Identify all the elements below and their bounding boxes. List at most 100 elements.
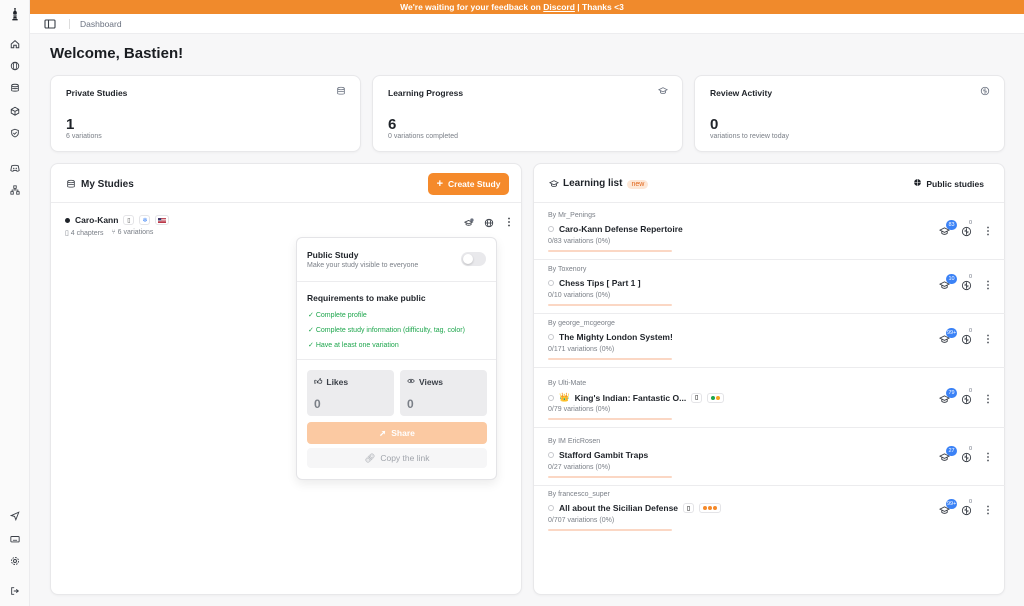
more-options-icon[interactable]: ⋮ — [983, 505, 993, 516]
send-icon[interactable] — [0, 509, 30, 523]
study-title[interactable]: King's Indian: Fantastic O... — [575, 393, 687, 403]
chess-bishop-logo-icon[interactable] — [0, 3, 30, 25]
learn-add-icon[interactable] — [463, 218, 474, 228]
public-studies-link[interactable]: Public studies — [913, 178, 984, 189]
topbar-divider — [69, 19, 70, 29]
study-title[interactable]: The Mighty London System! — [559, 332, 673, 342]
brain-icon[interactable] — [961, 505, 972, 516]
home-icon[interactable] — [0, 37, 30, 51]
public-toggle[interactable] — [461, 252, 486, 266]
views-value: 0 — [407, 397, 414, 411]
author: By IM EricRosen — [548, 438, 601, 445]
copy-link-button[interactable]: 🔗︎ Copy the link — [307, 448, 487, 468]
globe-icon[interactable] — [0, 59, 30, 73]
learning-list-item[interactable]: By francesco_super All about the Sicilian… — [534, 485, 1005, 539]
status-circle-icon — [548, 452, 554, 458]
learning-list-item[interactable]: By Ulti-Mate 👑 King's Indian: Fantastic O.… — [534, 374, 1005, 428]
study-title[interactable]: All about the Sicilian Defense — [559, 503, 678, 513]
public-studies-label: Public studies — [926, 178, 984, 189]
progress-bar — [548, 250, 672, 252]
author: By george_mcgeorge — [548, 320, 615, 327]
database-icon[interactable] — [0, 81, 30, 95]
logout-icon[interactable] — [0, 584, 30, 598]
review-count-badge: 0 — [969, 274, 973, 280]
stat-value: 0 — [710, 116, 719, 133]
learning-list-item[interactable]: By Toxenory Chess Tips [ Part 1 ] 0/10 var… — [534, 260, 1005, 314]
study-title-row: All about the Sicilian Defense ▯ #f58a2b #f… — [548, 503, 722, 513]
author: By Mr_Penings — [548, 212, 596, 219]
brain-icon — [980, 86, 990, 96]
author: By francesco_super — [548, 491, 610, 498]
brain-icon[interactable] — [961, 452, 972, 463]
brain-icon[interactable] — [961, 226, 972, 237]
keyboard-icon[interactable] — [0, 532, 30, 546]
divider — [297, 359, 496, 360]
stat-title: Private Studies — [66, 88, 128, 98]
thumbs-up-icon: 👍︎ — [314, 377, 323, 386]
check-icon: ✓ — [308, 327, 314, 334]
sidebar-toggle-icon[interactable] — [44, 18, 56, 30]
public-study-popover: Public Study Make your study visible to … — [296, 237, 497, 480]
requirement-item: ✓ Complete profile — [308, 311, 367, 319]
learning-list-item[interactable]: By george_mcgeorge The Mighty London Syst… — [534, 314, 1005, 368]
learning-list-item[interactable]: By Mr_Penings Caro-Kann Defense Repertoir… — [534, 206, 1005, 260]
brain-icon[interactable] — [961, 334, 972, 345]
create-study-button[interactable]: + Create Study — [428, 173, 509, 195]
likes-box: 👍︎ Likes 0 — [307, 370, 394, 416]
graduation-cap-icon — [657, 86, 669, 96]
review-count-badge: 0 — [969, 328, 973, 334]
more-options-icon[interactable]: ⋮ — [983, 394, 993, 405]
review-count-badge: 0 — [969, 446, 973, 452]
stat-subtitle: 6 variations — [66, 133, 102, 140]
cube-icon[interactable] — [0, 104, 30, 118]
brain-icon[interactable] — [961, 280, 972, 291]
color-dot — [65, 217, 70, 223]
likes-label-row: 👍︎ Likes — [314, 377, 348, 387]
banner-text-end: | Thanks <3 — [574, 2, 624, 12]
status-circle-icon — [548, 226, 554, 232]
brain-icon[interactable] — [961, 394, 972, 405]
more-options-icon[interactable]: ⋮ — [983, 280, 993, 291]
more-options-icon[interactable]: ⋮ — [504, 217, 514, 228]
more-options-icon[interactable]: ⋮ — [983, 452, 993, 463]
book-icon: ▯ — [683, 503, 695, 513]
views-label-row: Views — [407, 377, 443, 387]
sitemap-icon[interactable] — [0, 183, 30, 197]
settings-gear-icon[interactable] — [0, 554, 30, 568]
more-options-icon[interactable]: ⋮ — [983, 226, 993, 237]
status-circle-icon — [548, 394, 554, 401]
study-title[interactable]: Chess Tips [ Part 1 ] — [559, 278, 641, 288]
more-options-icon[interactable]: ⋮ — [983, 334, 993, 345]
check-icon: ✓ — [308, 342, 314, 349]
discord-icon[interactable] — [0, 161, 30, 175]
discord-link[interactable]: Discord — [543, 2, 575, 12]
top-bar: Dashboard — [30, 14, 1024, 34]
difficulty-dot: #f58a2b — [713, 506, 718, 510]
likes-value: 0 — [314, 397, 321, 411]
progress-bar — [548, 304, 672, 306]
study-title-row: Chess Tips [ Part 1 ] — [548, 278, 641, 288]
requirement-item: ✓ Have at least one variation — [308, 341, 399, 349]
banner-text: We're waiting for your feedback on — [400, 2, 544, 12]
study-title[interactable]: Stafford Gambit Traps — [559, 450, 648, 460]
learning-list-title: Learning list — [563, 178, 623, 189]
globe-icon[interactable] — [484, 218, 494, 228]
breadcrumb[interactable]: Dashboard — [80, 19, 122, 29]
public-study-title: Public Study — [307, 250, 359, 260]
book-icon: ▯ — [691, 392, 703, 403]
chapters-count: ▯ 4 chapters — [65, 230, 104, 237]
stat-title: Learning Progress — [388, 88, 464, 98]
progress-bar — [548, 358, 672, 360]
difficulty-dot: #f58a2b — [703, 506, 708, 510]
learning-list-item[interactable]: By IM EricRosen Stafford Gambit Traps 0/27… — [534, 432, 1005, 486]
study-title[interactable]: Caro-Kann Defense Repertoire — [559, 224, 683, 234]
check-icon: ✓ — [308, 312, 314, 319]
page-title: Welcome, Bastien! — [50, 45, 184, 62]
study-title-row: Stafford Gambit Traps — [548, 450, 648, 460]
review-count-badge: 0 — [969, 499, 973, 505]
share-button[interactable]: ➚ Share — [307, 422, 487, 444]
graduation-cap-icon — [548, 179, 560, 189]
shield-check-icon[interactable] — [0, 126, 30, 140]
study-title-row: Caro-Kann Defense Repertoire — [548, 224, 683, 234]
study-name[interactable]: Caro-Kann — [75, 215, 118, 225]
